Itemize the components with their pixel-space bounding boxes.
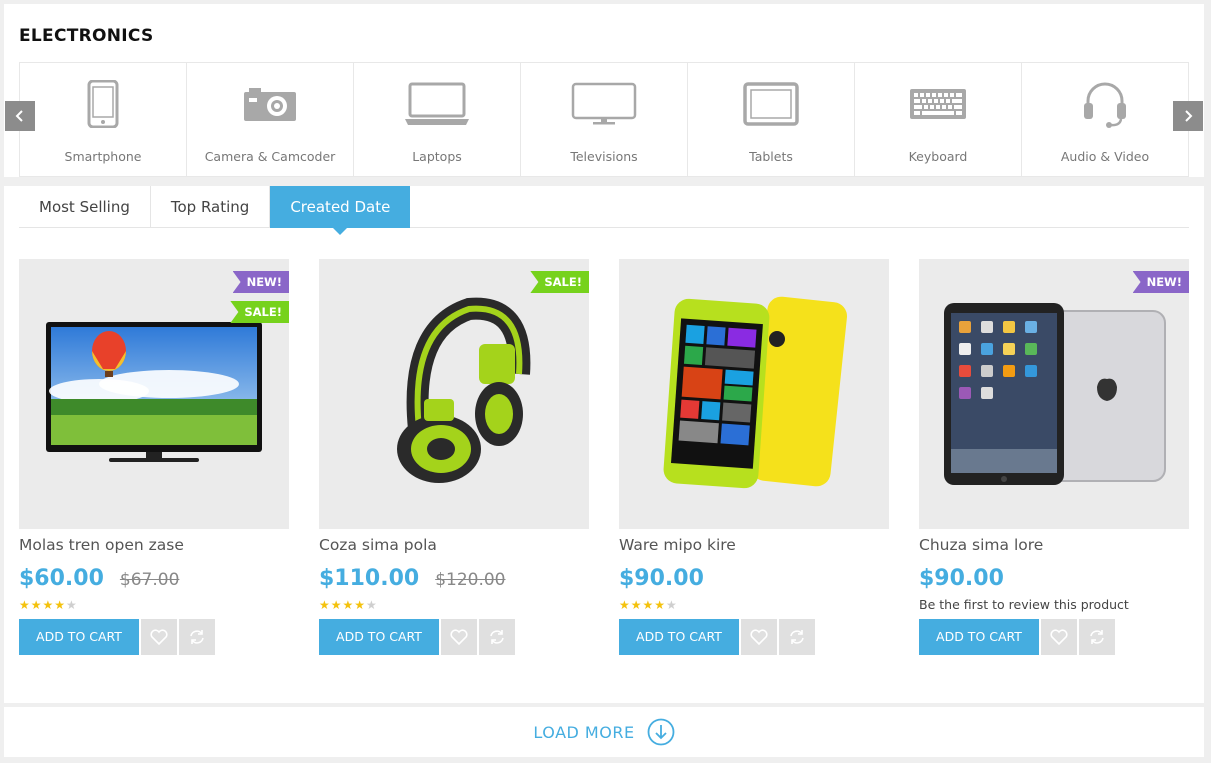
category-audio-video[interactable]: Audio & Video (1022, 63, 1188, 176)
tab-created-date[interactable]: Created Date (270, 186, 411, 235)
add-to-cart-button[interactable]: ADD TO CART (619, 619, 739, 655)
heart-icon (750, 629, 768, 645)
compare-button[interactable] (1079, 619, 1115, 655)
category-camera[interactable]: Camera & Camcoder (187, 63, 354, 176)
product-name[interactable]: Chuza sima lore (919, 534, 1189, 556)
category-label: Keyboard (908, 149, 968, 164)
smartphone-icon (20, 77, 186, 131)
load-more-button[interactable]: LOAD MORE (4, 707, 1204, 757)
category-label: Smartphone (64, 149, 142, 164)
review-prompt-link[interactable]: Be the first to review this product (919, 598, 1189, 612)
category-laptops[interactable]: Laptops (354, 63, 521, 176)
heart-icon (1050, 629, 1068, 645)
arrow-down-circle-icon (647, 718, 675, 746)
laptop-icon (354, 77, 520, 131)
category-panel: ELECTRONICS Smartphone Camera & Camcoder… (4, 4, 1204, 177)
wishlist-button[interactable] (741, 619, 777, 655)
carousel-next-button[interactable] (1173, 101, 1203, 131)
keyboard-icon (855, 77, 1021, 131)
category-keyboard[interactable]: Keyboard (855, 63, 1022, 176)
sale-badge: SALE! (230, 301, 289, 323)
product-name[interactable]: Ware mipo kire (619, 534, 889, 556)
product-price: $90.00 (619, 566, 704, 591)
category-televisions[interactable]: Televisions (521, 63, 688, 176)
product-image[interactable]: NEW! SALE! (19, 259, 289, 529)
category-label: Audio & Video (1060, 149, 1150, 164)
add-to-cart-button[interactable]: ADD TO CART (319, 619, 439, 655)
new-badge: NEW! (1132, 271, 1189, 293)
product-price: $60.00 (19, 566, 104, 591)
product-old-price: $67.00 (119, 570, 180, 590)
refresh-icon (790, 630, 804, 644)
category-label: Tablets (749, 149, 793, 164)
products-panel: Most Selling Top Rating Created Date NEW… (4, 186, 1204, 703)
add-to-cart-button[interactable]: ADD TO CART (19, 619, 139, 655)
television-icon (521, 77, 687, 131)
product-name[interactable]: Coza sima pola (319, 534, 589, 556)
rating-stars: ★★★★★ (19, 598, 78, 612)
rating-stars: ★★★★★ (319, 598, 378, 612)
compare-button[interactable] (179, 619, 215, 655)
product-card: NEW! SALE! Molas tren open zase $60.00 $… (19, 259, 289, 655)
product-image[interactable]: NEW! (919, 259, 1189, 529)
carousel-prev-button[interactable] (5, 101, 35, 131)
category-smartphone[interactable]: Smartphone (20, 63, 187, 176)
category-tablets[interactable]: Tablets (688, 63, 855, 176)
product-price: $90.00 (919, 566, 1004, 591)
new-badge: NEW! (232, 271, 289, 293)
product-image[interactable] (619, 259, 889, 529)
heart-icon (150, 629, 168, 645)
product-card: NEW! Chuza sima lore $90.00 Be the first… (919, 259, 1189, 655)
sale-badge: SALE! (530, 271, 589, 293)
product-tabs: Most Selling Top Rating Created Date (19, 186, 1189, 235)
wishlist-button[interactable] (441, 619, 477, 655)
product-image[interactable]: SALE! (319, 259, 589, 529)
wishlist-button[interactable] (141, 619, 177, 655)
headphones-image (397, 297, 531, 483)
heart-icon (450, 629, 468, 645)
category-label: Televisions (570, 149, 638, 164)
product-old-price: $120.00 (435, 570, 506, 590)
product-price: $110.00 (319, 566, 420, 591)
load-more-label: LOAD MORE (533, 722, 635, 742)
refresh-icon (490, 630, 504, 644)
tab-most-selling[interactable]: Most Selling (19, 186, 151, 228)
chevron-left-icon (15, 110, 23, 122)
tablet-icon (688, 77, 854, 131)
refresh-icon (190, 630, 204, 644)
refresh-icon (1090, 630, 1104, 644)
category-label: Laptops (412, 149, 462, 164)
chevron-right-icon (1185, 110, 1193, 122)
category-label: Camera & Camcoder (204, 149, 336, 164)
product-card: Ware mipo kire $90.00 ★★★★★ ADD TO CART (619, 259, 889, 655)
compare-button[interactable] (779, 619, 815, 655)
tab-top-rating[interactable]: Top Rating (151, 186, 271, 228)
compare-button[interactable] (479, 619, 515, 655)
headset-icon (1022, 77, 1188, 131)
category-carousel: Smartphone Camera & Camcoder Laptops Tel… (19, 62, 1189, 177)
product-grid: NEW! SALE! Molas tren open zase $60.00 $… (19, 259, 1199, 669)
television-image (46, 322, 262, 462)
camera-icon (187, 77, 353, 131)
rating-stars: ★★★★★ (619, 598, 678, 612)
add-to-cart-button[interactable]: ADD TO CART (919, 619, 1039, 655)
product-name[interactable]: Molas tren open zase (19, 534, 289, 556)
section-title: ELECTRONICS (19, 26, 154, 46)
tablet-image (944, 303, 1166, 485)
product-card: SALE! Coza sima pola $110.00 $120.00 ★★★… (319, 259, 589, 655)
wishlist-button[interactable] (1041, 619, 1077, 655)
smartphone-image (663, 296, 848, 489)
